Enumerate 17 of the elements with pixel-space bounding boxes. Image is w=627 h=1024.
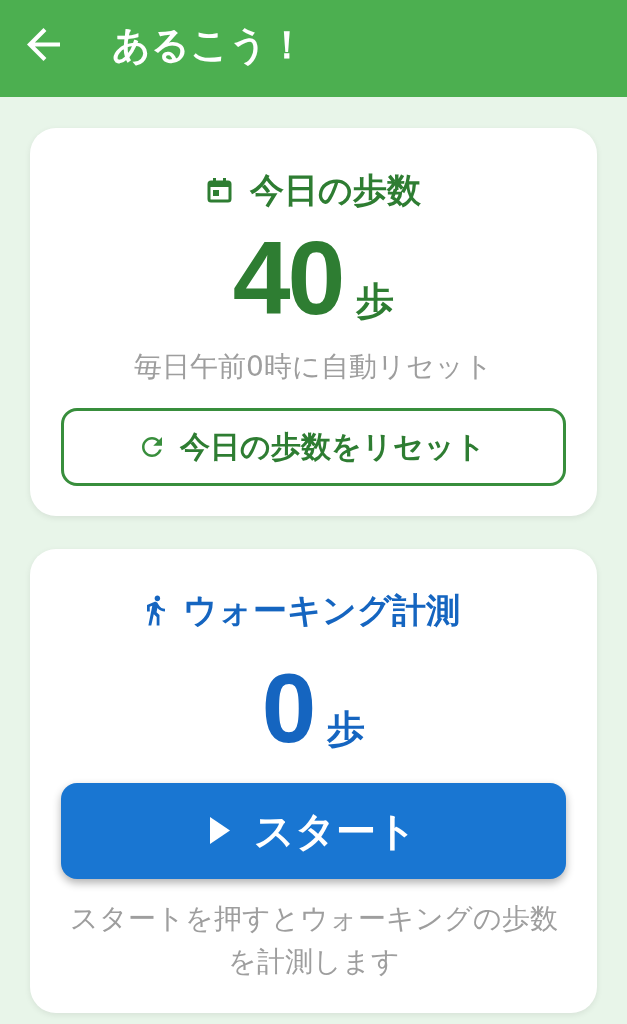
back-button[interactable] (27, 28, 60, 61)
start-hint: スタートを押すとウォーキングの歩数を計測します (68, 900, 559, 980)
app-title: あるこう！ (112, 25, 306, 64)
card-title: ウォーキング計測 (183, 590, 460, 632)
step-count: 40 (232, 226, 343, 330)
refresh-icon (141, 436, 162, 457)
step-unit: 歩 (356, 278, 395, 325)
card-title: 今日の歩数 (249, 169, 421, 211)
back-arrow-icon (27, 28, 60, 61)
reset-note: 毎日午前0時に自動リセット (134, 349, 493, 385)
reset-button[interactable]: 今日の歩数をリセット (61, 407, 566, 486)
walking-person-icon (147, 595, 165, 627)
calendar-icon (206, 177, 232, 203)
step-count: 0 (261, 658, 314, 757)
step-unit: 歩 (327, 705, 366, 753)
start-button[interactable]: スタート (61, 782, 566, 879)
play-icon (210, 817, 230, 845)
